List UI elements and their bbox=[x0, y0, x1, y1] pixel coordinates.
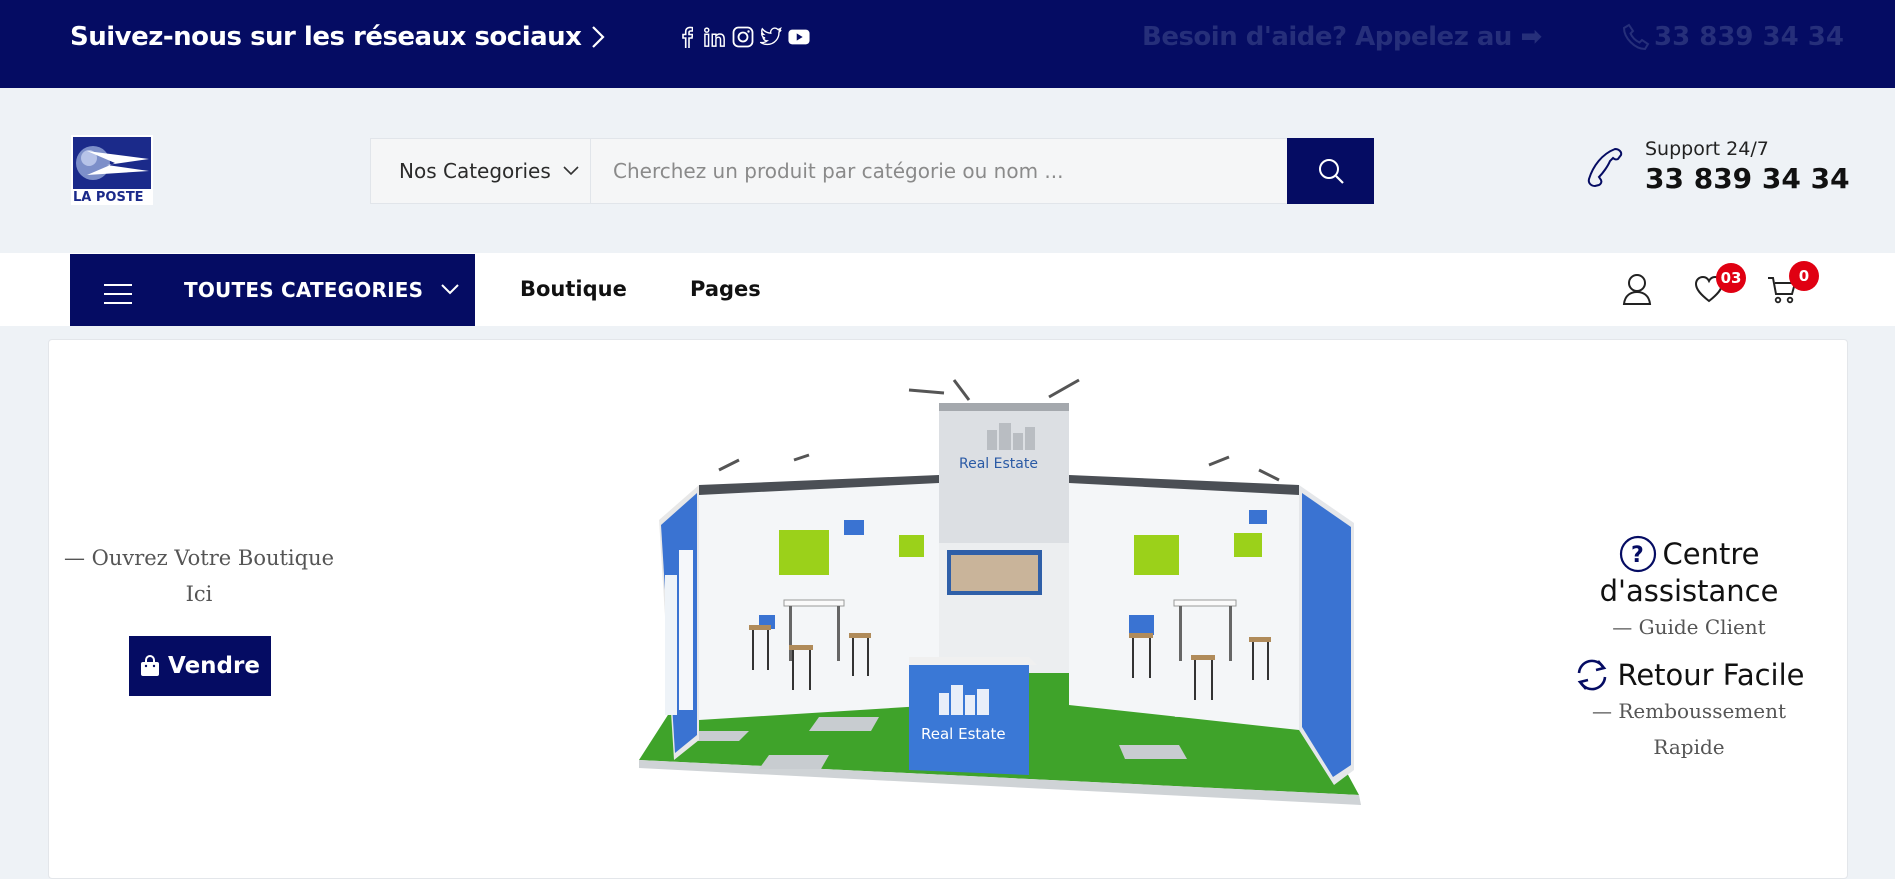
exhibition-booth-image: Real Estate Real Estate bbox=[639, 378, 1361, 805]
linkedin-icon[interactable] bbox=[704, 25, 726, 49]
search-bar: Nos Categories bbox=[370, 138, 1374, 204]
feature-return-subtitle-line2: Rapide bbox=[1653, 735, 1725, 759]
wishlist-count-badge: 03 bbox=[1716, 263, 1746, 293]
svg-text:?: ? bbox=[1631, 543, 1644, 568]
hero-banner: — Ouvrez Votre Boutique Ici Vendre Real … bbox=[48, 339, 1848, 879]
tower-brand-text: Real Estate bbox=[959, 456, 1038, 472]
main-nav: TOUTES CATEGORIES Boutique Pages 03 0 bbox=[0, 253, 1895, 326]
support-phone[interactable]: 33 839 34 34 bbox=[1645, 162, 1850, 195]
social-links bbox=[676, 25, 810, 49]
support-label: Support 24/7 bbox=[1645, 138, 1769, 160]
search-input[interactable] bbox=[591, 139, 1287, 203]
chevron-down-icon bbox=[441, 283, 459, 294]
feature-help-subtitle: — Guide Client bbox=[1612, 615, 1766, 639]
all-categories-button[interactable]: TOUTES CATEGORIES bbox=[70, 254, 475, 326]
search-icon bbox=[1318, 159, 1344, 184]
open-shop-line2: Ici bbox=[185, 582, 213, 606]
feature-return-title: Retour Facile bbox=[1617, 658, 1805, 692]
hamburger-icon bbox=[104, 284, 132, 304]
feature-return-subtitle-line1: — Remboussement bbox=[1591, 699, 1787, 723]
category-dropdown[interactable]: Nos Categories bbox=[371, 139, 591, 203]
account-button[interactable] bbox=[1622, 273, 1652, 309]
category-dropdown-label: Nos Categories bbox=[399, 159, 551, 183]
nav-link-pages[interactable]: Pages bbox=[690, 277, 761, 301]
phone-icon bbox=[1622, 23, 1650, 51]
follow-us-link[interactable]: Suivez-nous sur les réseaux sociaux bbox=[70, 22, 605, 52]
follow-us-text: Suivez-nous sur les réseaux sociaux bbox=[70, 22, 582, 52]
open-shop-line1: — Ouvrez Votre Boutique bbox=[63, 546, 335, 570]
chevron-down-icon bbox=[563, 166, 579, 176]
top-bar: Suivez-nous sur les réseaux sociaux Beso… bbox=[0, 0, 1895, 88]
nav-link-boutique[interactable]: Boutique bbox=[520, 277, 627, 301]
features-list: ? Centre d'assistance — Guide Client Ret… bbox=[1569, 535, 1809, 765]
all-categories-label: TOUTES CATEGORIES bbox=[184, 278, 424, 302]
feature-help-title-line1: Centre bbox=[1662, 537, 1760, 571]
phone-icon bbox=[1587, 147, 1623, 187]
chevron-right-icon bbox=[592, 26, 605, 48]
feature-easy-return[interactable]: Retour Facile — Remboussement Rapide bbox=[1569, 657, 1809, 765]
youtube-icon[interactable] bbox=[788, 25, 810, 49]
header: LA POSTE Nos Categories Support 24/7 33 … bbox=[0, 88, 1895, 253]
question-circle-icon: ? bbox=[1619, 535, 1656, 573]
help-phone-link[interactable]: 33 839 34 34 bbox=[1622, 22, 1844, 52]
la-poste-logo[interactable]: LA POSTE bbox=[71, 135, 153, 205]
refresh-icon bbox=[1578, 659, 1607, 691]
help-phone-number: 33 839 34 34 bbox=[1654, 22, 1844, 52]
cart-count-badge: 0 bbox=[1789, 261, 1819, 291]
search-button[interactable] bbox=[1287, 138, 1374, 204]
user-icon bbox=[1622, 274, 1652, 305]
facebook-icon[interactable] bbox=[676, 25, 698, 49]
help-text: Besoin d'aide? Appelez au ➡ bbox=[1142, 22, 1542, 52]
shopping-bag-icon bbox=[141, 655, 160, 676]
sell-button[interactable]: Vendre bbox=[129, 636, 271, 696]
open-shop-text: — Ouvrez Votre Boutique Ici bbox=[49, 540, 349, 612]
instagram-icon[interactable] bbox=[732, 25, 754, 49]
logo-text: LA POSTE bbox=[73, 190, 144, 205]
feature-help-title-line2: d'assistance bbox=[1599, 574, 1779, 608]
feature-help-center[interactable]: ? Centre d'assistance — Guide Client bbox=[1569, 535, 1809, 645]
counter-brand-text: Real Estate bbox=[921, 725, 1006, 743]
support-block: Support 24/7 33 839 34 34 bbox=[1585, 138, 1850, 195]
sell-button-label: Vendre bbox=[168, 653, 260, 679]
twitter-icon[interactable] bbox=[760, 25, 782, 49]
